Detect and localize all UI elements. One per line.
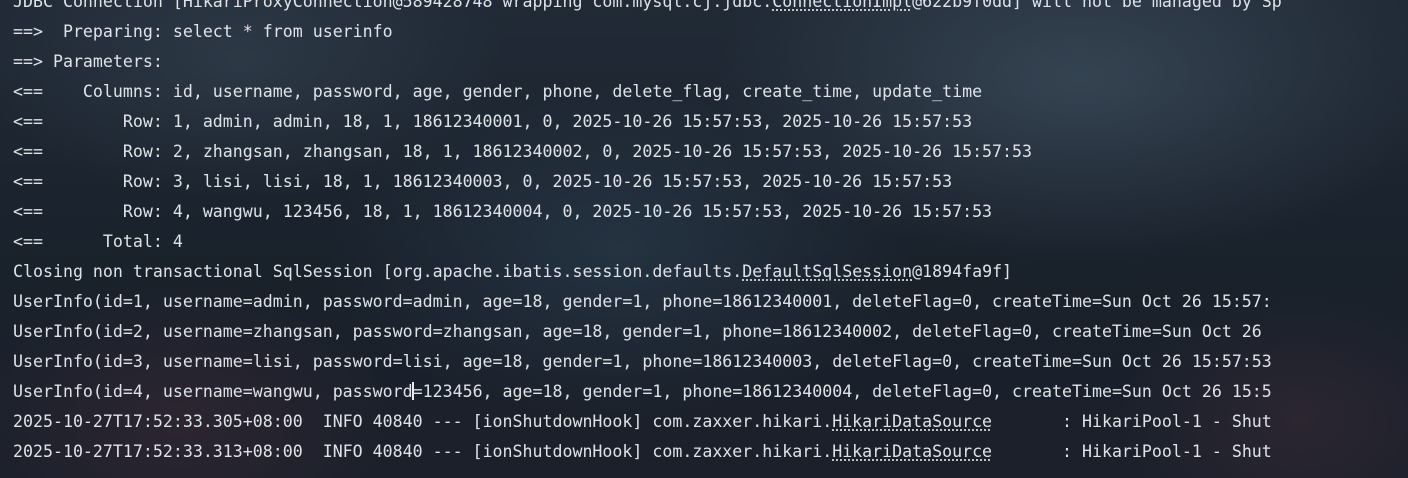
log-line-total: <== Total: 4	[13, 232, 183, 251]
log-line-row-4: <== Row: 4, wangwu, 123456, 18, 1, 18612…	[13, 202, 993, 221]
log-line-row-2: <== Row: 2, zhangsan, zhangsan, 18, 1, 1…	[13, 142, 1033, 161]
log-line-row-1: <== Row: 1, admin, admin, 18, 1, 1861234…	[13, 112, 973, 131]
log-line-shutdown-1: 2025-10-27T17:52:33.305+08:00 INFO 40840…	[13, 412, 1272, 431]
class-link[interactable]: DefaultSqlSession	[742, 262, 912, 281]
log-line-parameters: ==> Parameters:	[13, 52, 173, 71]
log-line-userinfo-4: UserInfo(id=4, username=wangwu, password…	[13, 382, 1272, 401]
text-caret	[411, 382, 414, 400]
log-line-columns: <== Columns: id, username, password, age…	[13, 82, 983, 101]
console-lines: JDBC Connection [HikariProxyConnection@5…	[13, 0, 1408, 467]
class-link[interactable]: HikariDataSource	[832, 442, 992, 461]
log-line-userinfo-3: UserInfo(id=3, username=lisi, password=l…	[13, 352, 1272, 371]
class-link[interactable]: ConnectionImpl	[772, 0, 912, 11]
log-line-shutdown-2: 2025-10-27T17:52:33.313+08:00 INFO 40840…	[13, 442, 1272, 461]
log-line-row-3: <== Row: 3, lisi, lisi, 18, 1, 186123400…	[13, 172, 953, 191]
log-line-jdbc-connection: JDBC Connection [HikariProxyConnection@5…	[13, 0, 1408, 17]
log-line-userinfo-2: UserInfo(id=2, username=zhangsan, passwo…	[13, 322, 1272, 341]
log-line-preparing: ==> Preparing: select * from userinfo	[13, 22, 393, 41]
console-output-panel[interactable]: JDBC Connection [HikariProxyConnection@5…	[0, 0, 1408, 478]
log-line-closing-session: Closing non transactional SqlSession [or…	[13, 262, 1013, 281]
log-line-userinfo-1: UserInfo(id=1, username=admin, password=…	[13, 292, 1272, 311]
class-link[interactable]: HikariDataSource	[832, 412, 992, 431]
